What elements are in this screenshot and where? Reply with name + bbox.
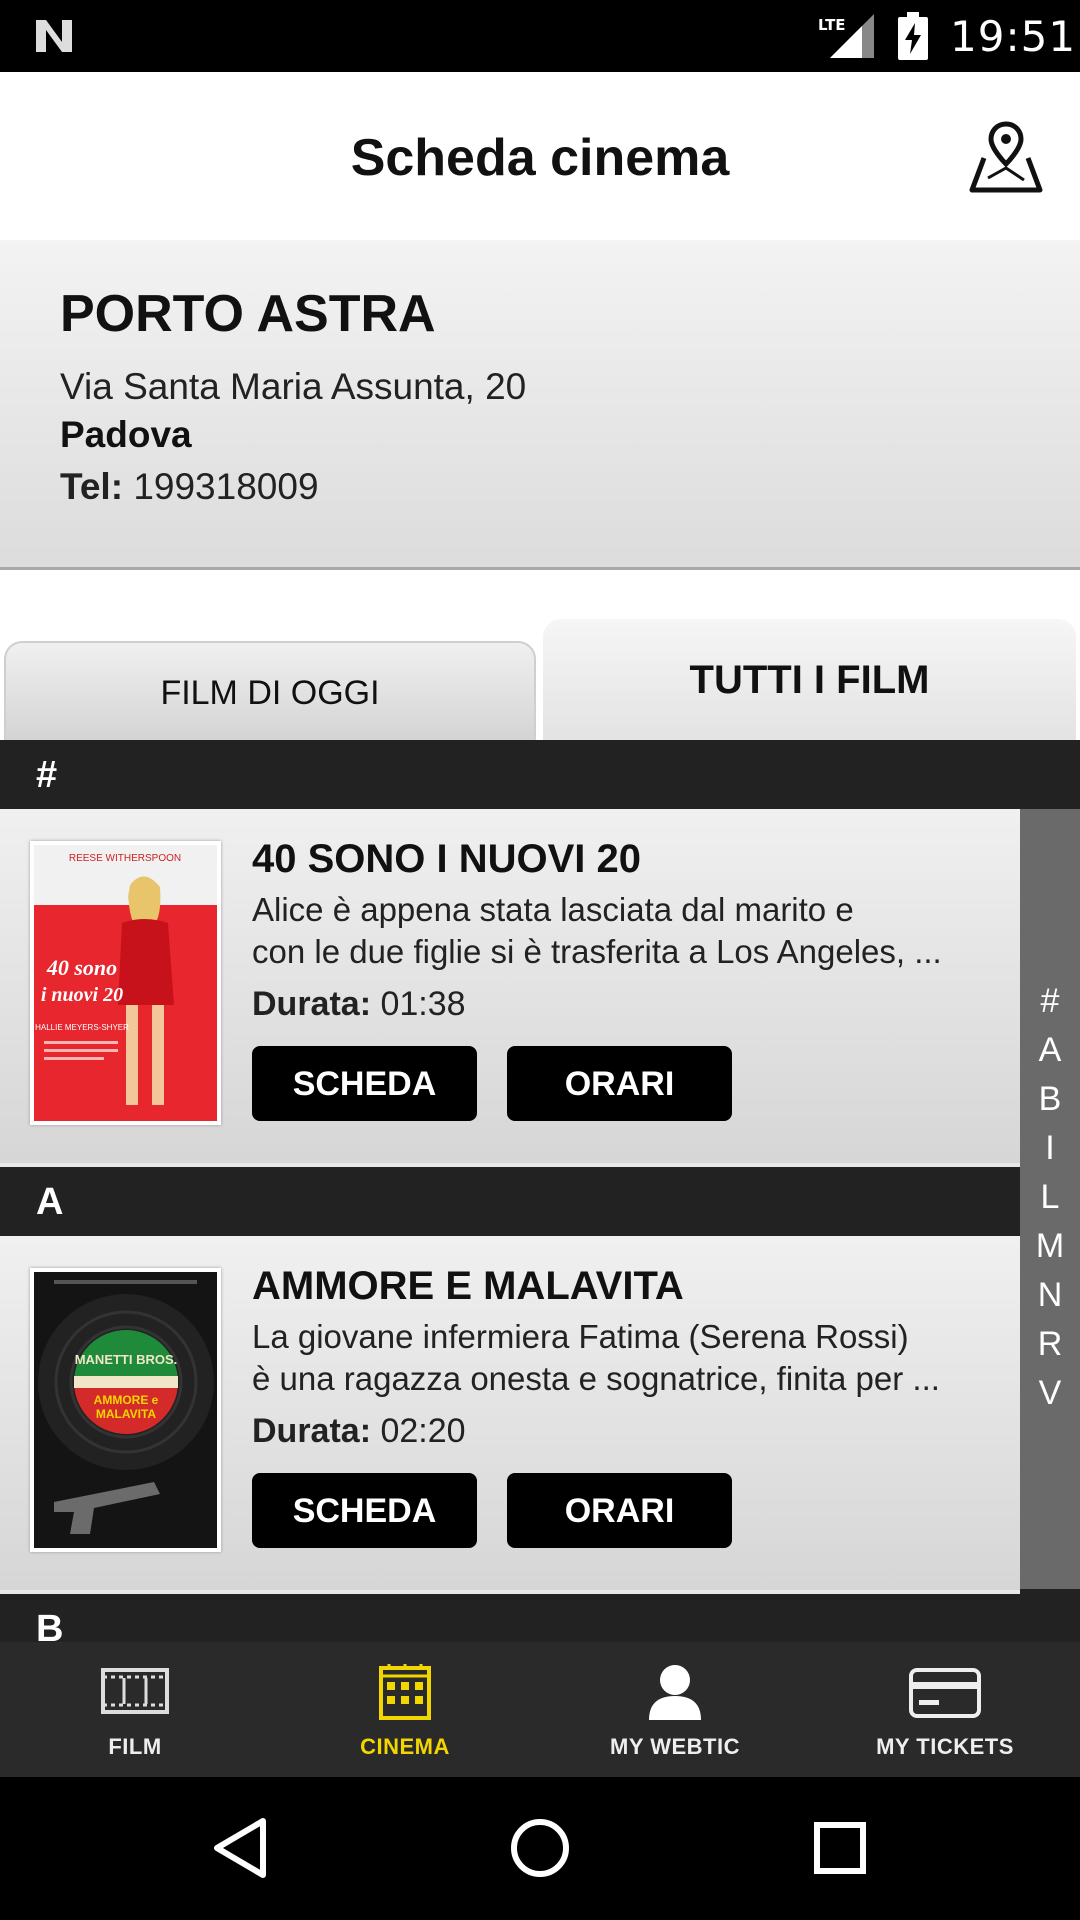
index-letter[interactable]: I <box>1045 1124 1054 1173</box>
index-letter[interactable]: N <box>1038 1271 1063 1320</box>
film-duration: Durata: 02:20 <box>252 1412 466 1451</box>
poster-ammore-e-malavita: MANETTI BROS. AMMORE e MALAVITA <box>34 1272 217 1548</box>
home-circle-icon[interactable] <box>505 1813 575 1883</box>
svg-text:LTE: LTE <box>818 16 846 34</box>
index-letter[interactable]: V <box>1039 1369 1062 1418</box>
scheda-button[interactable]: SCHEDA <box>252 1046 477 1121</box>
nav-cinema-label: CINEMA <box>360 1734 450 1759</box>
svg-text:REESE WITHERSPOON: REESE WITHERSPOON <box>69 853 181 864</box>
duration-value: 02:20 <box>380 1412 466 1450</box>
cinema-address: Via Santa Maria Assunta, 20 <box>60 366 527 407</box>
phone-label: Tel: <box>60 466 124 507</box>
map-location-icon[interactable] <box>968 120 1044 194</box>
duration-label: Durata: <box>252 985 372 1023</box>
cinema-building-icon <box>379 1664 431 1720</box>
svg-text:40 sono: 40 sono <box>46 955 117 980</box>
nav-my-webtic[interactable]: MY WEBTIC <box>540 1642 810 1777</box>
nav-cinema[interactable]: CINEMA <box>270 1642 540 1777</box>
index-letter[interactable]: M <box>1036 1222 1064 1271</box>
nav-my-tickets[interactable]: MY TICKETS <box>810 1642 1080 1777</box>
section-header-b: B <box>0 1594 1020 1642</box>
cinema-name: PORTO ASTRA <box>60 285 436 343</box>
app-header: Scheda cinema <box>0 72 1080 240</box>
svg-text:i nuovi 20: i nuovi 20 <box>41 984 123 1006</box>
orari-button[interactable]: ORARI <box>507 1473 732 1548</box>
back-triangle-icon[interactable] <box>205 1813 275 1883</box>
credit-card-icon <box>909 1668 981 1718</box>
nav-film[interactable]: FILM <box>0 1642 270 1777</box>
film-row[interactable]: REESE WITHERSPOON 40 sono i nuovi 20 HAL… <box>0 809 1020 1167</box>
alphabet-index[interactable]: # A B I L M N R V <box>1020 809 1080 1589</box>
tab-film-di-oggi[interactable]: FILM DI OGGI <box>4 641 536 740</box>
phone-number: 199318009 <box>133 466 319 507</box>
signal-lte-icon: LTE <box>818 14 874 58</box>
index-letter[interactable]: B <box>1039 1075 1062 1124</box>
index-bar-top <box>1020 740 1080 809</box>
cinema-info-card: PORTO ASTRA Via Santa Maria Assunta, 20 … <box>0 240 1080 570</box>
svg-text:AMMORE e: AMMORE e <box>94 1393 159 1407</box>
duration-value: 01:38 <box>380 985 466 1023</box>
film-list[interactable]: # REESE WITHERSPOON 40 sono i nuovi 20 H… <box>0 740 1020 1642</box>
index-letter[interactable]: A <box>1039 1026 1062 1075</box>
svg-text:MANETTI BROS.: MANETTI BROS. <box>75 1352 178 1367</box>
film-poster[interactable]: REESE WITHERSPOON 40 sono i nuovi 20 HAL… <box>30 841 221 1125</box>
cinema-phone[interactable]: Tel: 199318009 <box>60 466 319 508</box>
poster-40-sono-i-nuovi-20: REESE WITHERSPOON 40 sono i nuovi 20 HAL… <box>34 845 217 1121</box>
film-title[interactable]: AMMORE E MALAVITA <box>252 1264 684 1309</box>
orari-button[interactable]: ORARI <box>507 1046 732 1121</box>
app-root: LTE 19:51 Scheda cinema PORTO ASTRA Via … <box>0 0 1080 1920</box>
cinema-city: Padova <box>60 414 192 455</box>
system-navigation-bar <box>0 1777 1080 1920</box>
film-description-line: è una ragazza onesta e sognatrice, finit… <box>252 1360 940 1397</box>
film-row[interactable]: MANETTI BROS. AMMORE e MALAVITA AMMORE E… <box>0 1236 1020 1594</box>
film-tabs: FILM DI OGGI TUTTI I FILM <box>0 573 1080 740</box>
section-header-a: A <box>0 1167 1020 1236</box>
status-clock: 19:51 <box>950 12 1077 61</box>
svg-text:HALLIE MEYERS-SHYER: HALLIE MEYERS-SHYER <box>35 1023 129 1032</box>
section-header-hash: # <box>0 740 1020 809</box>
battery-charging-icon <box>898 12 928 60</box>
film-duration: Durata: 01:38 <box>252 985 466 1024</box>
film-title[interactable]: 40 SONO I NUOVI 20 <box>252 837 641 882</box>
scheda-button[interactable]: SCHEDA <box>252 1473 477 1548</box>
index-bar-bottom <box>1020 1589 1080 1642</box>
user-icon <box>649 1665 701 1720</box>
svg-text:MALAVITA: MALAVITA <box>96 1407 157 1421</box>
film-description-line: La giovane infermiera Fatima (Serena Ros… <box>252 1318 909 1355</box>
nav-my-webtic-label: MY WEBTIC <box>610 1734 740 1759</box>
duration-label: Durata: <box>252 1412 372 1450</box>
film-description: La giovane infermiera Fatima (Serena Ros… <box>252 1316 1002 1400</box>
notification-n-icon <box>36 20 72 52</box>
film-poster[interactable]: MANETTI BROS. AMMORE e MALAVITA <box>30 1268 221 1552</box>
nav-film-label: FILM <box>108 1734 162 1759</box>
film-description: Alice è appena stata lasciata dal marito… <box>252 889 1002 973</box>
film-description-line: con le due figlie si è trasferita a Los … <box>252 933 942 970</box>
page-title: Scheda cinema <box>350 129 730 187</box>
index-letter[interactable]: # <box>1041 977 1060 1026</box>
film-strip-icon <box>101 1668 169 1714</box>
status-bar: LTE 19:51 <box>0 0 1080 72</box>
tab-tutti-i-film[interactable]: TUTTI I FILM <box>543 619 1076 740</box>
index-letter[interactable]: L <box>1041 1173 1060 1222</box>
film-description-line: Alice è appena stata lasciata dal marito… <box>252 891 854 928</box>
bottom-navigation: FILM CINEMA MY WEBTIC MY TICKETS <box>0 1642 1080 1777</box>
nav-my-tickets-label: MY TICKETS <box>876 1734 1014 1759</box>
recents-square-icon[interactable] <box>805 1813 875 1883</box>
index-letter[interactable]: R <box>1038 1320 1063 1369</box>
